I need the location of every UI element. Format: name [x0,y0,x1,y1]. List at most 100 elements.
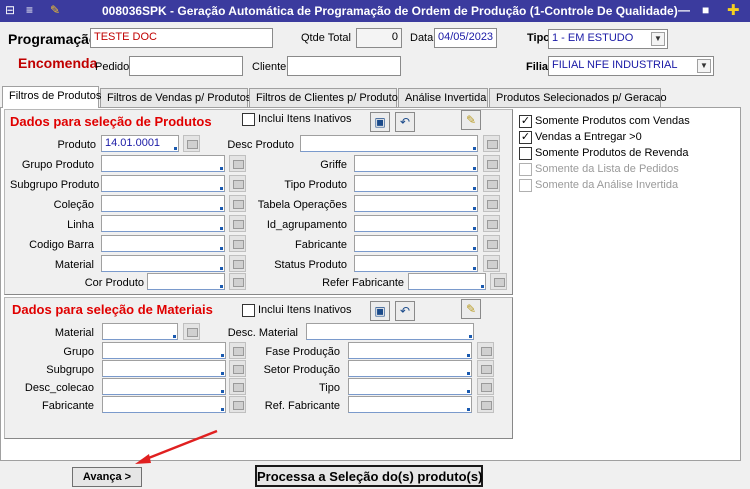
option-checkbox[interactable]: ✓ [519,131,532,144]
programacao-input[interactable]: TESTE DOC [90,28,273,48]
field-marker [220,207,223,210]
clear-icon[interactable]: ✎ [461,299,481,319]
annotation-arrow-icon [135,429,218,464]
pedido-input[interactable] [129,56,243,76]
produto-filter-input[interactable] [354,195,478,212]
processa-selecao-button[interactable]: Processa a Seleção do(s) produto(s) [255,465,483,487]
window-title: 008036SPK - Geração Automática de Progra… [102,4,678,18]
produto-filter-input[interactable] [101,215,225,232]
lookup-icon[interactable] [477,342,494,359]
produto-filter-input[interactable] [354,175,478,192]
produto-filter-label: Griffe [320,159,347,171]
produto-filter-label: Codigo Barra [29,239,94,251]
desc-produto-lookup-icon[interactable] [483,135,500,152]
cliente-input[interactable] [287,56,401,76]
lookup-icon[interactable] [483,235,500,252]
produto-filter-input[interactable] [354,215,478,232]
cor-produto-lookup-icon[interactable] [229,273,246,290]
material-filter-input[interactable] [348,378,472,395]
field-marker [221,408,224,411]
lookup-icon[interactable] [483,175,500,192]
material-filter-label: Desc_colecao [24,382,94,394]
wrench-icon[interactable]: ✎ [50,3,60,17]
data-input[interactable]: 04/05/2023 [434,28,497,48]
option-checkbox[interactable] [519,147,532,160]
material-filter-input[interactable] [102,396,226,413]
lookup-icon[interactable] [477,396,494,413]
clear-icon[interactable]: ✎ [461,110,481,130]
produto-filter-label: Material [54,259,94,271]
field-marker [473,167,476,170]
material-filter-label: Fase Produção [265,346,340,358]
save-icon[interactable]: ▣ [370,301,390,321]
lookup-icon[interactable] [477,360,494,377]
undo-icon[interactable]: ↶ [395,112,415,132]
tab-analise-invertida[interactable]: Análise Invertida [398,88,488,108]
refer-fabricante-lookup-icon[interactable] [490,273,507,290]
desc-material-input[interactable] [306,323,474,340]
produto-filter-input[interactable] [101,235,225,252]
material-filter-input[interactable] [102,378,226,395]
add-icon[interactable]: ✚ [727,1,740,19]
field-marker [467,408,470,411]
lookup-icon[interactable] [483,195,500,212]
option-label: Vendas a Entregar >0 [535,131,642,143]
option-label: Somente da Análise Invertida [535,179,679,191]
minimize-icon[interactable]: — [678,3,690,17]
lookup-icon[interactable] [483,215,500,232]
material-filter-input[interactable] [348,360,472,377]
materiais-inactive-label: Inclui Itens Inativos [258,304,352,316]
tipo-select[interactable]: 1 - EM ESTUDO ▼ [548,29,668,49]
produto-label: Produto [57,139,96,151]
produtos-inactive-checkbox[interactable] [242,113,255,126]
materiais-inactive-checkbox[interactable] [242,304,255,317]
option-checkbox[interactable]: ✓ [519,115,532,128]
desc-produto-input[interactable] [300,135,478,152]
produto-input[interactable]: 14.01.0001 [101,135,179,152]
undo-icon[interactable]: ↶ [395,301,415,321]
avanca-button[interactable]: Avança > [72,467,142,487]
field-marker [220,227,223,230]
produto-filter-input[interactable] [354,155,478,172]
chevron-down-icon[interactable]: ▼ [651,32,665,46]
maximize-icon[interactable]: ■ [702,3,709,17]
lookup-icon[interactable] [483,155,500,172]
tab-filtros-clientes[interactable]: Filtros de Clientes p/ Produtos [249,88,403,108]
refer-fabricante-input[interactable] [408,273,486,290]
traffic-light-icon[interactable]: ≡ [26,3,33,17]
encomenda-label: Encomenda [18,55,98,71]
tab-filtros-vendas[interactable]: Filtros de Vendas p/ Produtos [100,88,251,108]
materiais-group-title: Dados para seleção de Materiais [12,302,213,317]
material-filter-input[interactable] [102,342,226,359]
field-marker [473,267,476,270]
field-marker [173,335,176,338]
material-filter-label: Setor Produção [263,364,340,376]
material-filter-input[interactable] [348,342,472,359]
produto-filter-input[interactable] [354,235,478,252]
lookup-icon[interactable] [477,378,494,395]
app-menu-icon[interactable]: ⊟ [5,3,15,17]
material-input[interactable] [102,323,178,340]
material-filter-input[interactable] [102,360,226,377]
filial-select[interactable]: FILIAL NFE INDUSTRIAL ▼ [548,56,714,76]
material-filter-input[interactable] [348,396,472,413]
produto-filter-input[interactable] [101,195,225,212]
produto-filter-input[interactable] [101,255,225,272]
produto-filter-input[interactable] [101,175,225,192]
chevron-down-icon[interactable]: ▼ [697,59,711,73]
produto-filter-label: Subgrupo Produto [10,179,100,191]
material-lookup-icon[interactable] [183,323,200,340]
produto-filter-input[interactable] [101,155,225,172]
produto-lookup-icon[interactable] [183,135,200,152]
cor-produto-input[interactable] [147,273,225,290]
field-marker [473,147,476,150]
produto-filter-label: Grupo Produto [21,159,94,171]
lookup-icon[interactable] [483,255,500,272]
field-marker [221,372,224,375]
save-icon[interactable]: ▣ [370,112,390,132]
tab-produtos-selecionados[interactable]: Produtos Selecionados p/ Geracao [489,88,667,108]
qtde-total-label: Qtde Total [301,32,351,44]
field-marker [467,390,470,393]
produto-filter-input[interactable] [354,255,478,272]
tab-filtros-produtos[interactable]: Filtros de Produtos [2,86,101,108]
